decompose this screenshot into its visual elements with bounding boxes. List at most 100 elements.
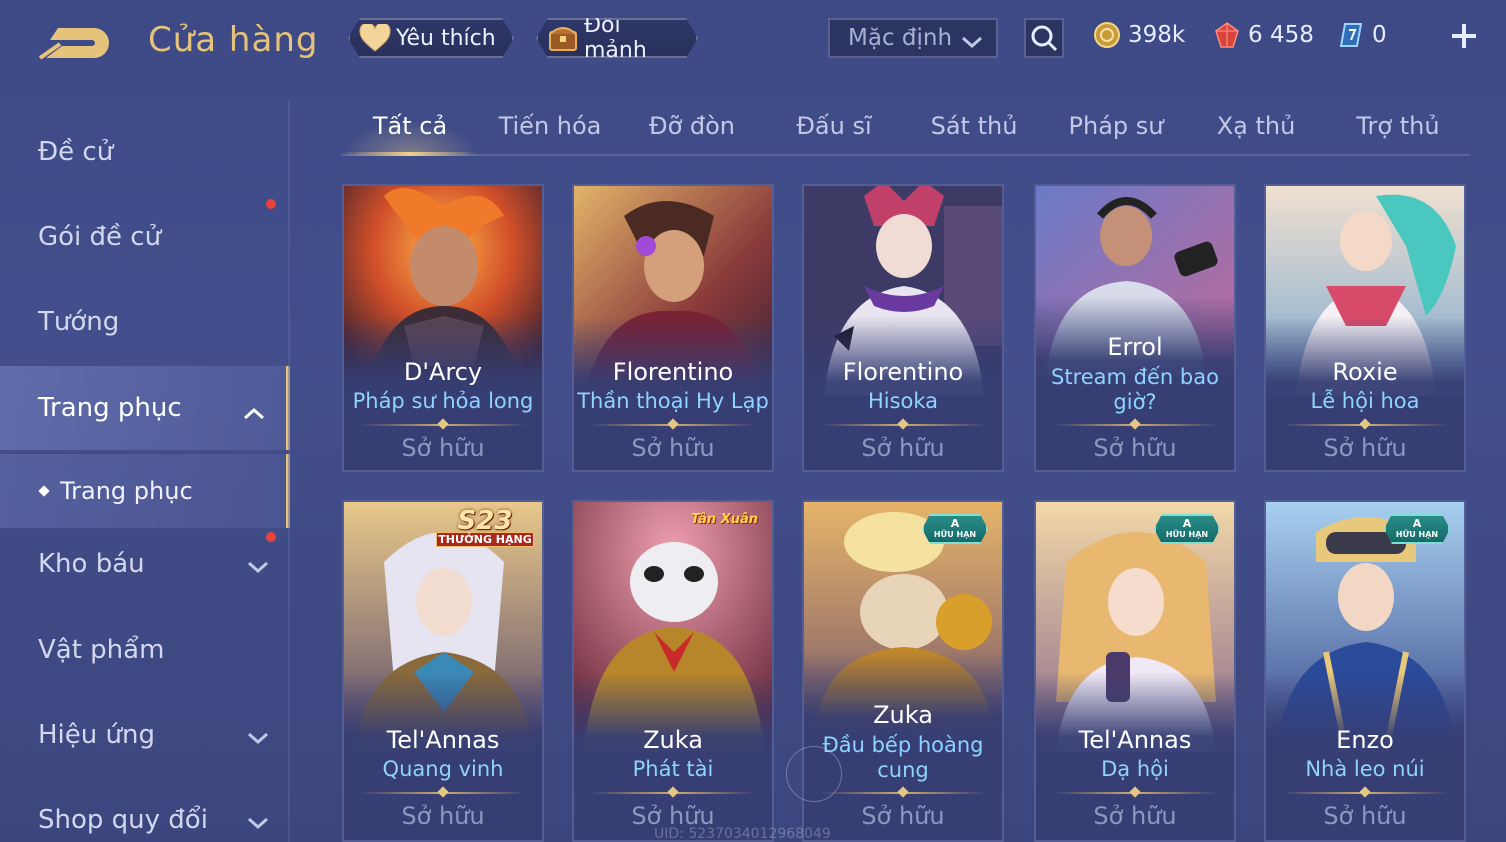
owned-status: Sở hữu <box>1093 802 1177 830</box>
tab-fighter[interactable]: Đấu sĩ <box>774 112 894 140</box>
card-divider <box>1282 424 1448 426</box>
heart-icon <box>358 22 392 54</box>
gold-coin-icon <box>1092 20 1122 50</box>
notification-dot <box>266 199 276 209</box>
limited-letter: A <box>1412 517 1422 530</box>
sidebar-item-effects[interactable]: Hiệu ứng <box>0 693 290 777</box>
role-filter-tabs: Tất cả Tiến hóa Đỡ đòn Đấu sĩ Sát thủ Ph… <box>342 100 1470 156</box>
skin-card[interactable]: S23 THƯỞNG HẠNG Tel'Annas Quang vinh Sở … <box>342 500 544 842</box>
add-currency-button[interactable] <box>1446 18 1482 54</box>
skin-card[interactable]: Tân Xuân Zuka Phát tài Sở hữu <box>572 500 774 842</box>
owned-status: Sở hữu <box>1323 802 1407 830</box>
page-title: Cửa hàng <box>148 20 319 60</box>
skin-name: Quang vinh <box>382 757 504 781</box>
card-divider <box>820 792 986 794</box>
card-divider <box>360 424 526 426</box>
gold-amount: 398k <box>1128 22 1186 48</box>
hero-name: Zuka <box>873 701 933 729</box>
sidebar-item-heroes[interactable]: Tướng <box>0 280 290 364</box>
card-divider <box>820 424 986 426</box>
tab-evolution[interactable]: Tiến hóa <box>488 112 612 140</box>
search-icon <box>1031 25 1058 52</box>
sidebar-item-items[interactable]: Vật phẩm <box>0 608 290 692</box>
hero-name: Zuka <box>643 726 703 754</box>
limited-letter: A <box>1182 517 1192 530</box>
skin-name: Pháp sư hỏa long <box>352 389 534 413</box>
card-divider <box>360 792 526 794</box>
tab-marksman[interactable]: Xạ thủ <box>1196 112 1316 140</box>
voucher-ticket-icon <box>1336 20 1366 50</box>
chevron-down-icon <box>246 808 270 838</box>
sidebar-item-label: Trang phục <box>38 393 182 423</box>
card-divider <box>590 424 756 426</box>
skin-card[interactable]: Roxie Lễ hội hoa Sở hữu <box>1264 184 1466 472</box>
owned-status: Sở hữu <box>1323 434 1407 462</box>
owned-status: Sở hữu <box>1093 434 1177 462</box>
limited-text: HỮU HẠN <box>933 530 977 539</box>
tab-support[interactable]: Trợ thủ <box>1336 112 1460 140</box>
limited-letter: A <box>950 517 960 530</box>
skin-name: Hisoka <box>867 389 939 413</box>
sidebar-subitem-skins[interactable]: Trang phục <box>0 454 290 528</box>
hero-name: Tel'Annas <box>1078 726 1192 754</box>
card-divider <box>1052 792 1218 794</box>
season-rank-label: THƯỞNG HẠNG <box>436 532 534 547</box>
sidebar-item-exchange-shop[interactable]: Shop quy đổi <box>0 778 290 842</box>
chevron-down-icon <box>246 723 270 753</box>
touch-indicator-ring <box>786 746 842 802</box>
top-bar: Cửa hàng Yêu thích Đổi mảnh Mặc định 398… <box>0 0 1506 80</box>
sidebar-item-label: Đề cử <box>38 137 114 167</box>
skin-card[interactable]: A HỮU HẠN Tel'Annas Dạ hội Sở hữu <box>1034 500 1236 842</box>
card-divider <box>1282 792 1448 794</box>
card-divider <box>590 792 756 794</box>
skin-name: Phát tài <box>632 757 714 781</box>
ruby-amount: 6 458 <box>1248 22 1314 48</box>
hero-name: Roxie <box>1332 358 1398 386</box>
tab-tank[interactable]: Đỡ đòn <box>632 112 752 140</box>
player-uid: UID: 5237034012968049 <box>654 826 831 842</box>
ruby-gem-icon <box>1212 20 1242 50</box>
limited-text: HỮU HẠN <box>1395 530 1439 539</box>
season-reward-badge: S23 THƯỞNG HẠNG <box>432 506 538 558</box>
skin-card[interactable]: Errol Stream đến bao giờ? Sở hữu <box>1034 184 1236 472</box>
skin-card[interactable]: D'Arcy Pháp sư hỏa long Sở hữu <box>342 184 544 472</box>
sort-dropdown[interactable]: Mặc định <box>828 18 998 58</box>
owned-status: Sở hữu <box>861 802 945 830</box>
skin-card[interactable]: A HỮU HẠN Enzo Nhà leo núi Sở hữu <box>1264 500 1466 842</box>
lunar-new-year-badge: Tân Xuân <box>690 512 758 527</box>
sidebar-item-recommended-packs[interactable]: Gói đề cử <box>0 195 290 279</box>
tab-assassin[interactable]: Sát thủ <box>912 112 1036 140</box>
voucher-currency: 0 <box>1336 18 1387 52</box>
hero-name: Enzo <box>1336 726 1394 754</box>
hero-name: Errol <box>1107 333 1163 361</box>
back-button[interactable] <box>36 20 118 66</box>
active-tab-underline <box>342 152 478 156</box>
sidebar-item-label: Tướng <box>38 307 120 337</box>
search-button[interactable] <box>1024 18 1064 58</box>
tab-mage[interactable]: Pháp sư <box>1054 112 1178 140</box>
limited-text: HỮU HẠN <box>1165 530 1209 539</box>
sort-value: Mặc định <box>848 25 953 51</box>
skin-name: Stream đến bao giờ? <box>1051 365 1219 414</box>
ruby-currency: 6 458 <box>1212 18 1314 52</box>
sidebar-item-skins[interactable]: Trang phục <box>0 366 290 450</box>
skin-card[interactable]: Florentino Hisoka Sở hữu <box>802 184 1004 472</box>
tab-all[interactable]: Tất cả <box>342 112 478 140</box>
limited-edition-badge: A HỮU HẠN <box>1384 514 1450 544</box>
voucher-amount: 0 <box>1372 22 1387 48</box>
hero-name: D'Arcy <box>403 358 483 386</box>
sidebar-item-label: Gói đề cử <box>38 222 162 252</box>
back-arrow-icon <box>38 28 109 60</box>
owned-status: Sở hữu <box>861 434 945 462</box>
exchange-shards-button[interactable]: Đổi mảnh <box>536 18 698 58</box>
sidebar-item-treasure[interactable]: Kho báu <box>0 522 290 606</box>
skin-card[interactable]: Florentino Thần thoại Hy Lạp Sở hữu <box>572 184 774 472</box>
sidebar-item-recommended[interactable]: Đề cử <box>0 110 290 194</box>
bullet-diamond-icon <box>38 485 50 497</box>
skin-name: Thần thoại Hy Lạp <box>577 389 769 413</box>
card-divider <box>1052 424 1218 426</box>
plus-icon <box>1452 24 1476 48</box>
favorite-button[interactable]: Yêu thích <box>348 18 514 58</box>
sidebar-item-label: Vật phẩm <box>38 635 165 665</box>
gold-currency: 398k <box>1092 18 1185 52</box>
